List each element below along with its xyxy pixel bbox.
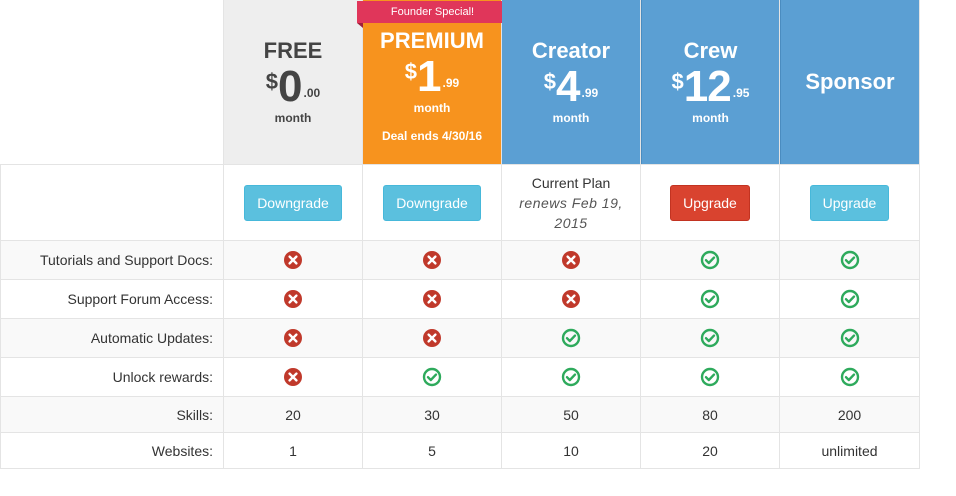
x-circle-icon xyxy=(224,241,363,279)
x-circle-icon xyxy=(224,319,363,357)
price-currency: $ xyxy=(265,69,279,94)
skills-value: 20 xyxy=(224,397,363,432)
action-cell-free: Downgrade xyxy=(224,165,363,240)
x-circle-icon xyxy=(363,241,502,279)
price-cents: .99 xyxy=(442,76,460,90)
row-label: Tutorials and Support Docs: xyxy=(0,241,224,279)
feature-rows: Tutorials and Support Docs: Support Forum… xyxy=(0,241,920,397)
price-currency: $ xyxy=(404,59,418,84)
x-circle-icon xyxy=(363,319,502,357)
row-label: Automatic Updates: xyxy=(0,319,224,357)
feature-row: Support Forum Access: xyxy=(0,280,920,319)
websites-value: 1 xyxy=(224,433,363,468)
price-whole: 12 xyxy=(683,62,732,111)
check-circle-icon xyxy=(780,358,920,396)
check-circle-icon xyxy=(641,280,780,318)
price-whole: 0 xyxy=(278,62,303,111)
x-circle-icon xyxy=(502,241,641,279)
row-label: Unlock rewards: xyxy=(0,358,224,396)
check-circle-icon xyxy=(780,319,920,357)
skills-value: 50 xyxy=(502,397,641,432)
row-label: Skills: xyxy=(0,397,224,432)
plan-name: PREMIUM xyxy=(380,28,484,53)
plan-header-premium: Founder Special! PREMIUM $ 1 .99 month D… xyxy=(357,0,508,164)
plan-price: $ 1 .99 xyxy=(405,55,459,99)
check-circle-icon xyxy=(641,358,780,396)
price-currency: $ xyxy=(543,69,557,94)
plan-name: FREE xyxy=(263,38,323,63)
websites-value: 5 xyxy=(363,433,502,468)
check-circle-icon xyxy=(641,319,780,357)
action-cell-premium: Downgrade xyxy=(363,165,502,240)
plan-price: $ 12 .95 xyxy=(672,65,750,109)
price-cents: .00 xyxy=(303,86,321,100)
check-circle-icon xyxy=(363,358,502,396)
price-period: month xyxy=(274,111,312,125)
websites-value: 10 xyxy=(502,433,641,468)
action-cell-sponsor: Upgrade xyxy=(780,165,920,240)
check-circle-icon xyxy=(502,358,641,396)
x-circle-icon xyxy=(502,280,641,318)
skills-value: 80 xyxy=(641,397,780,432)
header-empty-cell xyxy=(0,0,224,164)
price-period: month xyxy=(552,111,590,125)
plan-price: $ 0 .00 xyxy=(266,65,320,109)
founder-special-ribbon: Founder Special! xyxy=(357,1,508,28)
downgrade-button[interactable]: Downgrade xyxy=(244,184,342,221)
x-circle-icon xyxy=(224,358,363,396)
plan-action-row: Downgrade Downgrade Current Plan renews … xyxy=(0,165,920,241)
feature-row: Tutorials and Support Docs: xyxy=(0,241,920,280)
upgrade-button[interactable]: Upgrade xyxy=(809,184,890,221)
price-whole: 1 xyxy=(417,52,442,101)
price-period: month xyxy=(413,101,451,115)
upgrade-button[interactable]: Upgrade xyxy=(670,184,750,221)
plan-name: Sponsor xyxy=(805,69,895,94)
downgrade-button[interactable]: Downgrade xyxy=(383,184,481,221)
feature-row: Automatic Updates: xyxy=(0,319,920,358)
plan-price: $ 4 .99 xyxy=(544,65,598,109)
deal-ends-text: Deal ends 4/30/16 xyxy=(381,129,483,143)
row-label: Websites: xyxy=(0,433,224,468)
plan-header-crew: Crew $ 12 .95 month xyxy=(641,0,780,164)
plan-name: Creator xyxy=(531,38,611,63)
price-period: month xyxy=(692,111,729,125)
check-circle-icon xyxy=(780,280,920,318)
pricing-table: FREE $ 0 .00 month Founder Special! PREM… xyxy=(0,0,920,469)
x-circle-icon xyxy=(363,280,502,318)
check-circle-icon xyxy=(780,241,920,279)
plan-name: Crew xyxy=(683,38,738,63)
price-cents: .99 xyxy=(581,86,599,100)
x-circle-icon xyxy=(224,280,363,318)
current-plan-label: Current Plan xyxy=(531,174,611,191)
skills-value: 30 xyxy=(363,397,502,432)
renews-date-text: renews Feb 19, 2015 xyxy=(519,194,623,231)
skills-row: Skills: 20 30 50 80 200 xyxy=(0,397,920,433)
plan-header-row: FREE $ 0 .00 month Founder Special! PREM… xyxy=(0,0,920,165)
feature-row: Unlock rewards: xyxy=(0,358,920,397)
price-currency: $ xyxy=(671,69,684,94)
price-whole: 4 xyxy=(556,62,581,111)
action-empty-cell xyxy=(0,165,224,240)
current-plan-cell: Current Plan renews Feb 19, 2015 xyxy=(502,165,641,240)
plan-header-sponsor: Sponsor xyxy=(780,0,920,164)
websites-value: unlimited xyxy=(780,433,920,468)
websites-row: Websites: 1 5 10 20 unlimited xyxy=(0,433,920,469)
price-cents: .95 xyxy=(732,86,750,100)
check-circle-icon xyxy=(502,319,641,357)
plan-header-free: FREE $ 0 .00 month xyxy=(224,0,363,164)
plan-header-creator: Creator $ 4 .99 month xyxy=(502,0,641,164)
websites-value: 20 xyxy=(641,433,780,468)
action-cell-crew: Upgrade xyxy=(641,165,780,240)
row-label: Support Forum Access: xyxy=(0,280,224,318)
check-circle-icon xyxy=(641,241,780,279)
skills-value: 200 xyxy=(780,397,920,432)
